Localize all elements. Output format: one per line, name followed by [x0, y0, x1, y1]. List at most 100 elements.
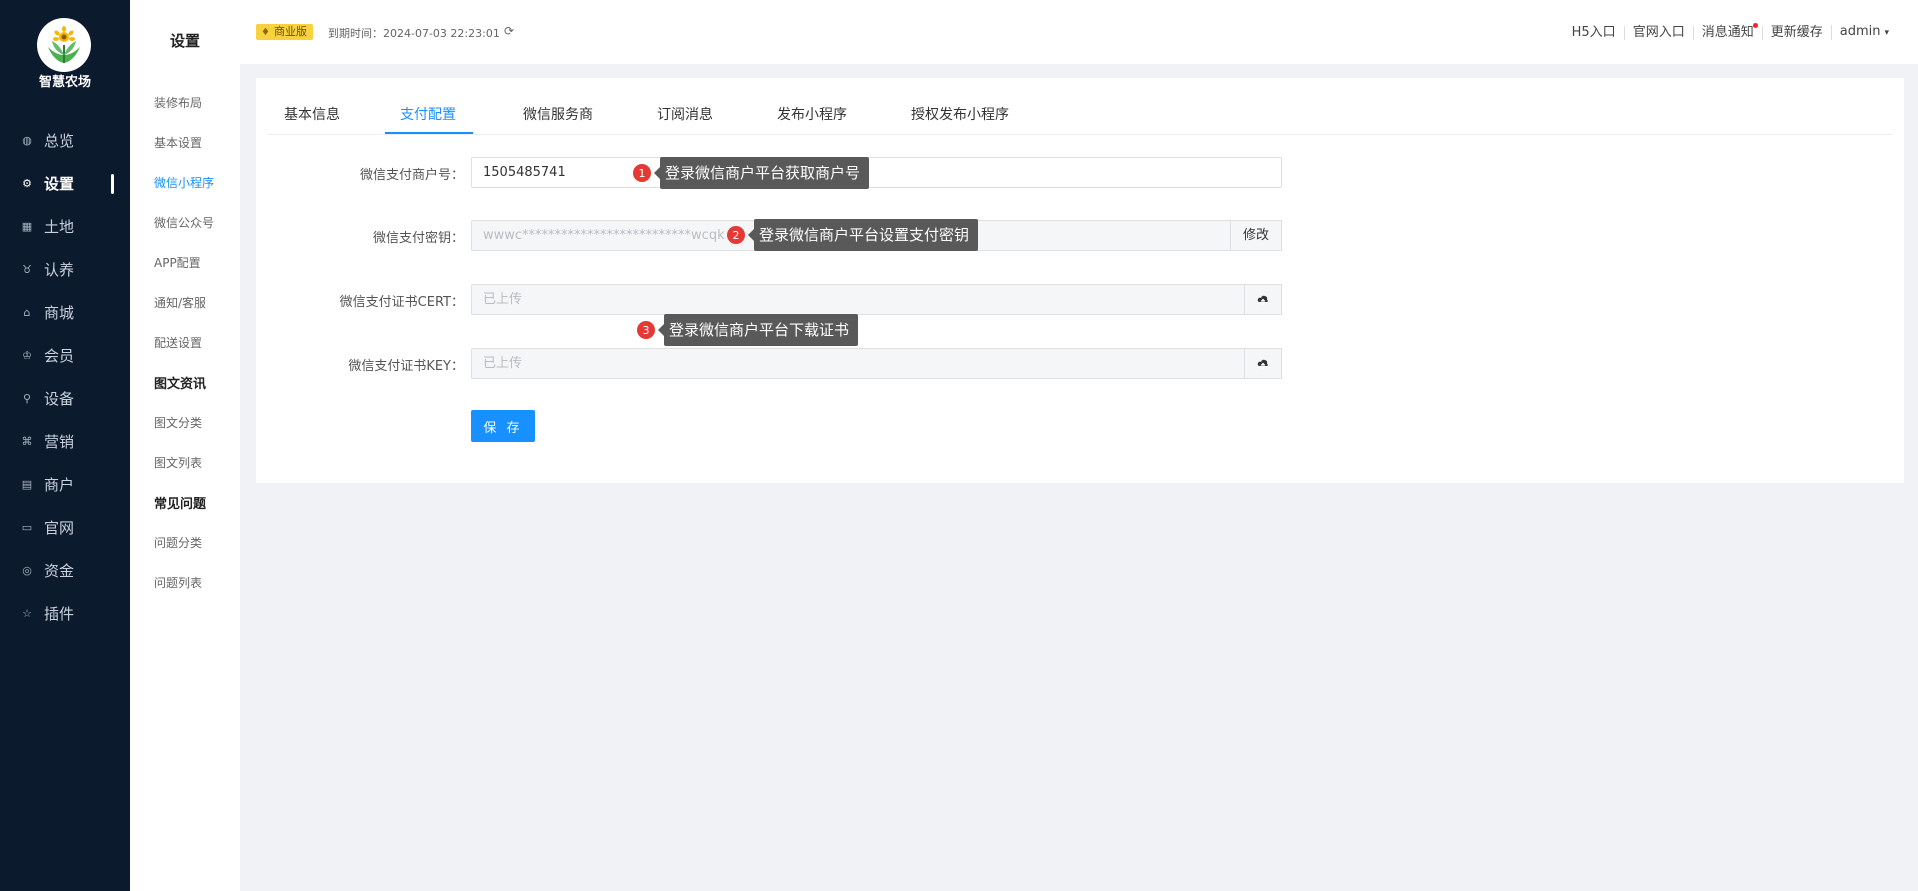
refresh-cache-link[interactable]: 更新缓存: [1761, 25, 1831, 40]
edition-label: 商业版: [274, 25, 307, 38]
nav-item-land[interactable]: ▦ 土地: [0, 205, 130, 248]
subnav-item-app-config[interactable]: APP配置: [154, 254, 201, 271]
key-placeholder: 已上传: [483, 356, 523, 371]
annotation-number: 1: [633, 164, 651, 182]
shop-icon: ⌂: [23, 306, 31, 319]
annotation-1: 1 登录微信商户平台获取商户号: [633, 157, 870, 189]
mch-id-label: 微信支付商户号：: [359, 168, 464, 183]
nav-item-plugins[interactable]: ☆ 插件: [0, 592, 130, 635]
nav-label: 资金: [44, 562, 75, 580]
nav-item-device[interactable]: ⚲ 设备: [0, 377, 130, 420]
diamond-icon: ♦: [261, 27, 270, 38]
settings-subnav: 设置 装修布局 基本设置 微信小程序 微信公众号 APP配置 通知/客服 配送设…: [130, 0, 240, 891]
subnav-item-faq-category[interactable]: 问题分类: [154, 534, 202, 551]
annotation-text: 登录微信商户平台设置支付密钥: [754, 219, 979, 251]
nav-label: 设置: [44, 175, 75, 193]
annotation-text: 登录微信商户平台获取商户号: [660, 157, 870, 189]
nav-label: 官网: [44, 519, 75, 537]
subnav-item-decoration[interactable]: 装修布局: [154, 94, 202, 111]
tab-bar: 基本信息 支付配置 微信服务商 订阅消息 发布小程序 授权发布小程序: [267, 78, 1893, 135]
key-upload-button[interactable]: [1244, 348, 1282, 379]
tab-basic-info[interactable]: 基本信息: [284, 104, 340, 124]
app-name: 智慧农场: [38, 75, 91, 90]
gear-icon: ⚙: [22, 177, 32, 190]
notifications-link[interactable]: 消息通知: [1692, 22, 1762, 40]
h5-entry-link[interactable]: H5入口: [1564, 25, 1624, 40]
annotation-text: 登录微信商户平台下载证书: [664, 314, 859, 346]
active-tab-underline: [385, 132, 473, 134]
cert-upload-field[interactable]: 已上传: [471, 284, 1282, 315]
caret-down-icon: ▾: [1884, 28, 1889, 38]
nav-item-merchant[interactable]: ▤ 商户: [0, 463, 130, 506]
cert-label: 微信支付证书CERT：: [339, 295, 464, 310]
cert-placeholder: 已上传: [483, 292, 523, 307]
subnav-item-article-list[interactable]: 图文列表: [154, 454, 202, 471]
nav-label: 营销: [44, 433, 75, 451]
cloud-upload-icon: [1257, 295, 1268, 305]
subnav-item-faq-list[interactable]: 问题列表: [154, 574, 202, 591]
tab-authorize-publish[interactable]: 授权发布小程序: [911, 104, 1009, 124]
subnav-item-delivery[interactable]: 配送设置: [154, 334, 202, 351]
subnav-item-wechat-official[interactable]: 微信公众号: [154, 214, 214, 231]
subnav-item-article-category[interactable]: 图文分类: [154, 414, 202, 431]
subnav-group-faq: 常见问题: [154, 497, 207, 512]
expire-time: 到期时间：2024-07-03 22:23:01: [328, 27, 500, 40]
cloud-upload-icon: [1257, 359, 1268, 369]
nav-item-marketing[interactable]: ⌘ 营销: [0, 420, 130, 463]
username: admin: [1839, 24, 1881, 39]
cert-upload-button[interactable]: [1244, 284, 1282, 315]
key-upload-field[interactable]: 已上传: [471, 348, 1282, 379]
member-icon: ♔: [22, 349, 32, 362]
payment-config-card: 基本信息 支付配置 微信服务商 订阅消息 发布小程序 授权发布小程序 微信支付商…: [256, 78, 1904, 483]
star-icon: ☆: [22, 607, 32, 620]
subnav-title: 设置: [169, 32, 200, 50]
marketing-icon: ⌘: [21, 435, 33, 448]
nav-item-overview[interactable]: ◍ 总览: [0, 119, 130, 162]
tab-payment-config[interactable]: 支付配置: [400, 104, 456, 124]
annotation-2: 2 登录微信商户平台设置支付密钥: [727, 219, 979, 251]
nav-label: 会员: [44, 347, 75, 365]
pay-key-value: wwwc**************************wcqk: [483, 228, 725, 243]
modify-key-button[interactable]: 修改: [1230, 220, 1282, 251]
website-entry-link[interactable]: 官网入口: [1623, 25, 1693, 40]
pay-key-label: 微信支付密钥：: [372, 231, 464, 246]
device-icon: ⚲: [22, 392, 32, 405]
header-links: H5入口 官网入口 消息通知 更新缓存 admin ▾: [1564, 22, 1897, 40]
subnav-group-articles: 图文资讯: [154, 377, 207, 392]
mch-id-input[interactable]: 1505485741: [471, 157, 1282, 188]
tab-publish-miniprogram[interactable]: 发布小程序: [777, 104, 847, 124]
website-icon: ▭: [21, 521, 33, 534]
nav-label: 商城: [44, 304, 75, 322]
edition-badge: ♦ 商业版: [256, 24, 313, 40]
nav-label: 商户: [44, 476, 75, 494]
nav-item-funds[interactable]: ◎ 资金: [0, 549, 130, 592]
refresh-icon[interactable]: ⟳: [504, 24, 514, 38]
top-header: ♦ 商业版 到期时间：2024-07-03 22:23:01 ⟳ H5入口 官网…: [240, 0, 1918, 64]
nav-item-website[interactable]: ▭ 官网: [0, 506, 130, 549]
nav-label: 土地: [44, 218, 75, 236]
subnav-item-notify-service[interactable]: 通知/客服: [154, 294, 206, 311]
main-sidebar: 智慧农场 ◍ 总览 ⚙ 设置 ▦ 土地 ♉ 认养 ⌂ 商城 ♔ 会员 ⚲ 设备 …: [0, 0, 130, 891]
grid-icon: ▦: [21, 220, 33, 233]
nav-item-adopt[interactable]: ♉ 认养: [0, 248, 130, 291]
key-label: 微信支付证书KEY：: [348, 359, 464, 374]
dashboard-icon: ◍: [22, 134, 32, 147]
user-menu[interactable]: admin ▾: [1830, 24, 1897, 40]
subnav-item-basic-settings[interactable]: 基本设置: [154, 134, 202, 151]
annotation-number: 2: [727, 226, 745, 244]
save-button[interactable]: 保 存: [471, 410, 535, 442]
nav-label: 插件: [44, 605, 75, 623]
nav-item-member[interactable]: ♔ 会员: [0, 334, 130, 377]
tab-subscribe-message[interactable]: 订阅消息: [657, 104, 713, 124]
nav-label: 认养: [44, 261, 75, 279]
annotation-number: 3: [637, 321, 655, 339]
nav-item-settings[interactable]: ⚙ 设置: [0, 162, 130, 205]
subnav-item-wechat-miniprogram[interactable]: 微信小程序: [154, 174, 214, 191]
notifications-label: 消息通知: [1701, 24, 1754, 40]
nav-label: 总览: [44, 132, 75, 150]
nav-item-shop[interactable]: ⌂ 商城: [0, 291, 130, 334]
funds-icon: ◎: [22, 564, 32, 577]
tab-wechat-provider[interactable]: 微信服务商: [523, 104, 593, 124]
adopt-icon: ♉: [22, 263, 32, 276]
app-logo[interactable]: [37, 18, 91, 72]
